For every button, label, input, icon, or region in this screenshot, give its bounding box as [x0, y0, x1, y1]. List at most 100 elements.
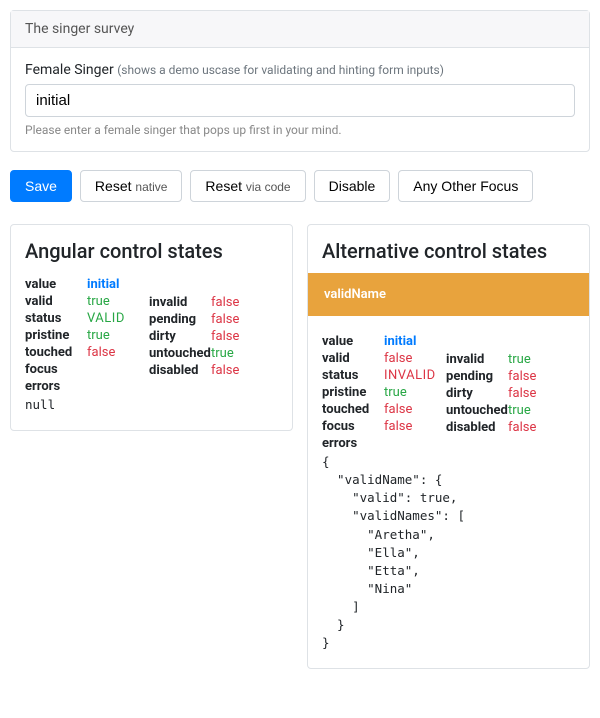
- state-value: false: [384, 402, 436, 417]
- state-key: dirty: [149, 329, 211, 344]
- alternative-errors-json: { "validName": { "valid": true, "validNa…: [322, 453, 575, 652]
- state-row: touchedfalse: [25, 345, 139, 360]
- angular-col-left: valueinitialvalidtruestatusVALIDpristine…: [25, 277, 139, 414]
- state-value: initial: [384, 334, 436, 349]
- state-value: VALID: [87, 311, 139, 326]
- state-row: disabledfalse: [149, 363, 263, 378]
- state-key: invalid: [149, 295, 211, 310]
- any-other-focus-button[interactable]: Any Other Focus: [398, 170, 533, 202]
- state-row: statusINVALID: [322, 368, 436, 383]
- save-button[interactable]: Save: [10, 170, 72, 202]
- angular-panel-body: valueinitialvalidtruestatusVALIDpristine…: [11, 273, 292, 430]
- state-value: true: [87, 328, 139, 343]
- state-row: invalidtrue: [446, 352, 560, 367]
- state-row: validtrue: [25, 294, 139, 309]
- state-key: value: [25, 277, 87, 292]
- state-value: true: [508, 352, 560, 367]
- singer-hint: Please enter a female singer that pops u…: [25, 123, 575, 137]
- button-row: Save Reset native Reset via code Disable…: [10, 166, 590, 202]
- state-value: true: [508, 403, 560, 418]
- state-row: focus: [25, 362, 139, 377]
- state-panels: Angular control states valueinitialvalid…: [10, 224, 590, 669]
- alternative-badge-text: validName: [324, 287, 386, 302]
- state-row: pristinetrue: [322, 385, 436, 400]
- state-key: errors: [322, 436, 384, 451]
- state-value: [87, 379, 139, 394]
- state-row: untouchedtrue: [446, 403, 560, 418]
- state-row: dirtyfalse: [149, 329, 263, 344]
- state-key: pending: [446, 369, 508, 384]
- state-key: pending: [149, 312, 211, 327]
- state-value: false: [211, 295, 263, 310]
- state-key: disabled: [446, 420, 508, 435]
- state-value: false: [384, 419, 436, 434]
- state-key: status: [322, 368, 384, 383]
- survey-card-header: The singer survey: [11, 11, 589, 48]
- state-value: false: [508, 386, 560, 401]
- state-value: [384, 436, 436, 451]
- state-row: errors: [25, 379, 139, 394]
- state-row: pendingfalse: [149, 312, 263, 327]
- angular-col-right: invalidfalsependingfalsedirtyfalseuntouc…: [149, 295, 263, 414]
- state-value: initial: [87, 277, 139, 292]
- singer-label: Female Singer (shows a demo uscase for v…: [25, 62, 575, 78]
- state-value: false: [508, 420, 560, 435]
- state-row: statusVALID: [25, 311, 139, 326]
- reset-native-button[interactable]: Reset native: [80, 170, 183, 202]
- state-value: false: [87, 345, 139, 360]
- singer-input[interactable]: [25, 84, 575, 117]
- reset-native-main: Reset: [95, 178, 132, 194]
- alternative-col-right: invalidtruependingfalsedirtyfalseuntouch…: [446, 352, 560, 453]
- state-key: touched: [25, 345, 87, 360]
- state-row: pristinetrue: [25, 328, 139, 343]
- state-row: pendingfalse: [446, 369, 560, 384]
- state-key: touched: [322, 402, 384, 417]
- state-value: true: [384, 385, 436, 400]
- state-key: pristine: [25, 328, 87, 343]
- state-row: dirtyfalse: [446, 386, 560, 401]
- state-row: validfalse: [322, 351, 436, 366]
- singer-label-sub: (shows a demo uscase for validating and …: [117, 63, 444, 77]
- alternative-badge: validName: [308, 273, 589, 316]
- state-row: disabledfalse: [446, 420, 560, 435]
- state-key: focus: [322, 419, 384, 434]
- survey-card-body: Female Singer (shows a demo uscase for v…: [11, 48, 589, 151]
- state-value: [87, 362, 139, 377]
- survey-title: The singer survey: [25, 21, 134, 37]
- state-key: value: [322, 334, 384, 349]
- state-row: touchedfalse: [322, 402, 436, 417]
- state-value: false: [384, 351, 436, 366]
- reset-code-button[interactable]: Reset via code: [190, 170, 305, 202]
- state-value: INVALID: [384, 368, 436, 383]
- state-key: focus: [25, 362, 87, 377]
- state-key: disabled: [149, 363, 211, 378]
- reset-code-main: Reset: [205, 178, 242, 194]
- state-value: false: [508, 369, 560, 384]
- state-key: dirty: [446, 386, 508, 401]
- alternative-panel-title: Alternative control states: [308, 225, 589, 273]
- angular-panel: Angular control states valueinitialvalid…: [10, 224, 293, 431]
- state-value: true: [211, 346, 263, 361]
- state-key: pristine: [322, 385, 384, 400]
- singer-label-main: Female Singer: [25, 62, 114, 78]
- reset-code-sub: via code: [246, 180, 291, 194]
- state-value: false: [211, 312, 263, 327]
- state-key: invalid: [446, 352, 508, 367]
- alternative-panel-body: valueinitialvalidfalsestatusINVALIDprist…: [308, 316, 589, 668]
- state-row: errors: [322, 436, 436, 451]
- state-row: focusfalse: [322, 419, 436, 434]
- state-key: valid: [25, 294, 87, 309]
- angular-panel-title: Angular control states: [11, 225, 292, 273]
- state-row: invalidfalse: [149, 295, 263, 310]
- alternative-col-left: valueinitialvalidfalsestatusINVALIDprist…: [322, 334, 436, 453]
- reset-native-sub: native: [135, 180, 167, 194]
- state-value: false: [211, 329, 263, 344]
- state-row: valueinitial: [25, 277, 139, 292]
- state-key: untouched: [149, 346, 211, 361]
- disable-button[interactable]: Disable: [314, 170, 391, 202]
- state-key: errors: [25, 379, 87, 394]
- angular-states: valueinitialvalidtruestatusVALIDpristine…: [25, 277, 278, 414]
- state-value: true: [87, 294, 139, 309]
- survey-card: The singer survey Female Singer (shows a…: [10, 10, 590, 152]
- state-key: untouched: [446, 403, 508, 418]
